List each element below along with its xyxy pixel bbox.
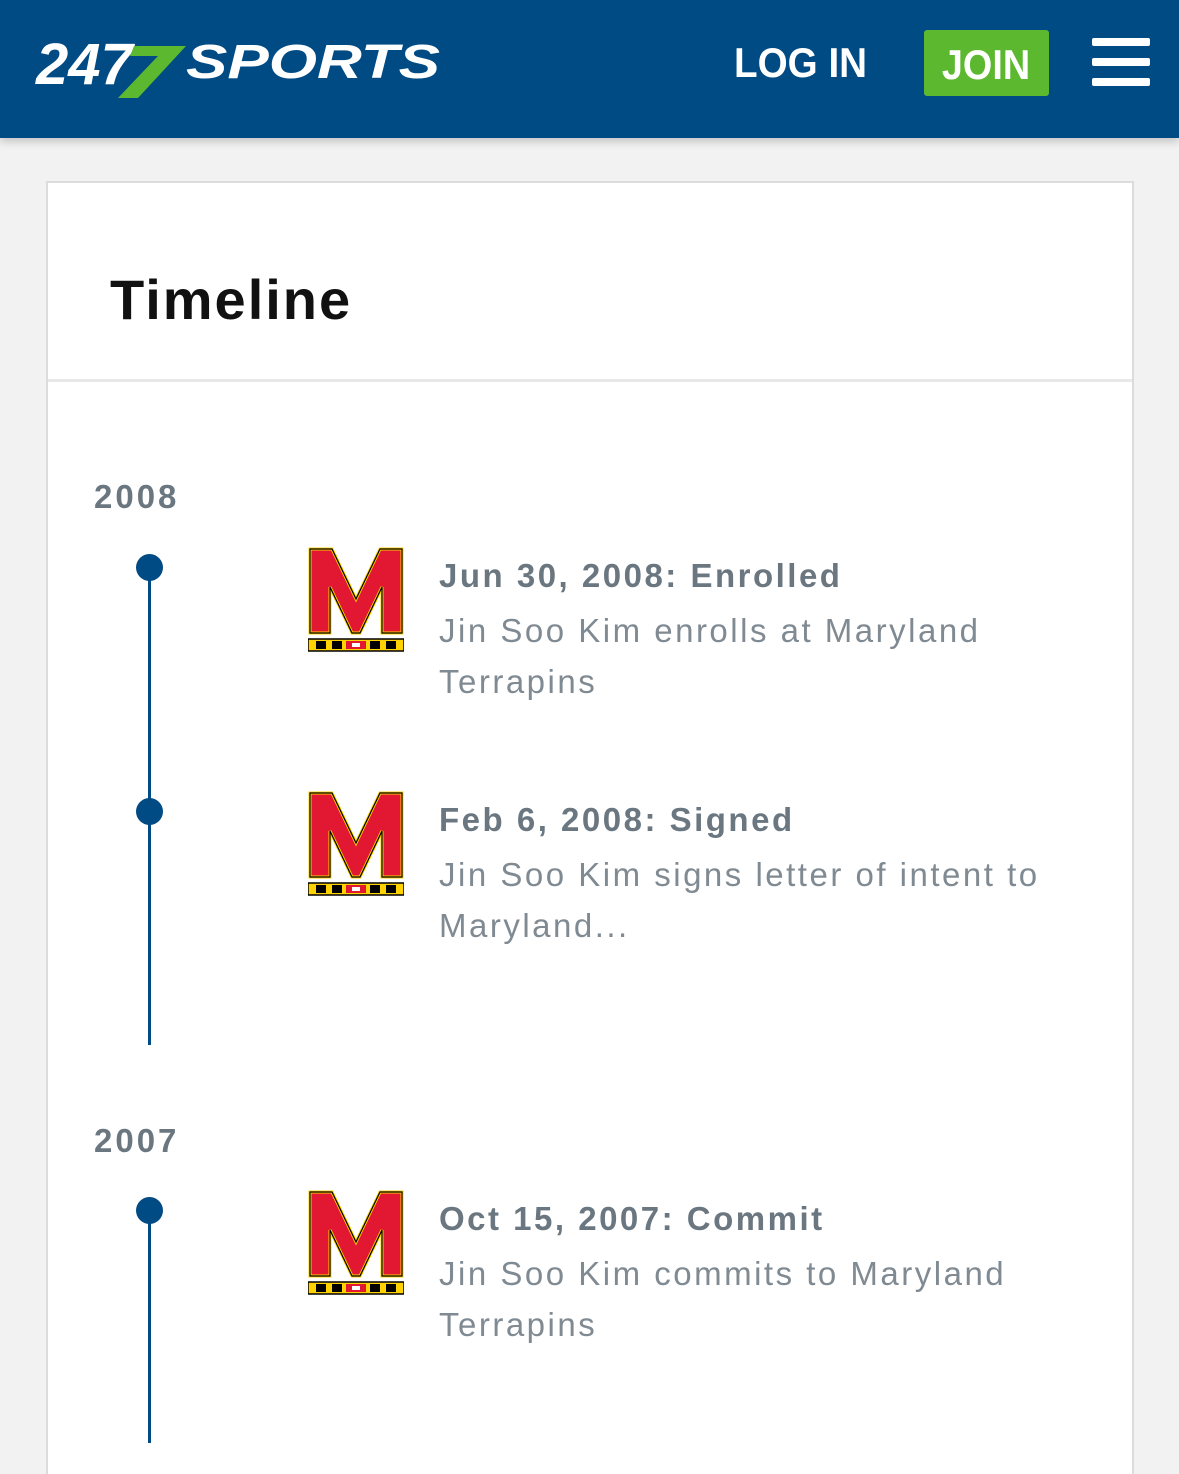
timeline-event-signed[interactable]: Feb 6, 2008: Signed Jin Soo Kim signs le…	[308, 791, 1098, 951]
247sports-logo[interactable]: 247 SPORTS	[34, 34, 446, 100]
maryland-m-logo	[308, 547, 404, 653]
timeline-card: Timeline 2008 Jun 30, 2008: Enrolled Jin…	[46, 181, 1134, 1474]
join-button-label: JOIN	[942, 41, 1031, 88]
join-button[interactable]: JOIN	[924, 30, 1049, 96]
login-link[interactable]: LOG IN	[734, 36, 867, 90]
timeline-title: Timeline	[110, 268, 353, 331]
maryland-m-logo	[308, 1190, 404, 1296]
maryland-m-logo	[308, 791, 404, 897]
timeline-event-commit[interactable]: Oct 15, 2007: Commit Jin Soo Kim commits…	[308, 1190, 1098, 1350]
event-description: Jin Soo Kim commits to Maryland Terrapin…	[439, 1255, 1007, 1343]
timeline-line	[148, 1223, 151, 1443]
timeline-dot	[136, 554, 163, 581]
timeline-card-header: Timeline	[48, 183, 1132, 382]
year-label-2007: 2007	[94, 1122, 180, 1159]
timeline-line	[148, 579, 151, 823]
event-description: Jin Soo Kim signs letter of intent to Ma…	[439, 856, 1040, 944]
event-heading: Jun 30, 2008: Enrolled	[439, 557, 843, 594]
timeline-dot	[136, 798, 163, 825]
year-label-2008: 2008	[94, 478, 180, 515]
timeline-event-enrolled[interactable]: Jun 30, 2008: Enrolled Jin Soo Kim enrol…	[308, 547, 1098, 707]
logo-number: 247	[35, 34, 136, 97]
top-navigation-bar: 247 SPORTS LOG IN JOIN	[0, 0, 1179, 138]
hamburger-icon[interactable]	[1092, 38, 1150, 86]
event-heading: Oct 15, 2007: Commit	[439, 1200, 825, 1237]
timeline-dot	[136, 1197, 163, 1224]
logo-word: SPORTS	[186, 36, 440, 89]
event-heading: Feb 6, 2008: Signed	[439, 801, 795, 838]
event-description: Jin Soo Kim enrolls at Maryland Terrapin…	[439, 612, 981, 700]
timeline-line	[148, 823, 151, 1045]
